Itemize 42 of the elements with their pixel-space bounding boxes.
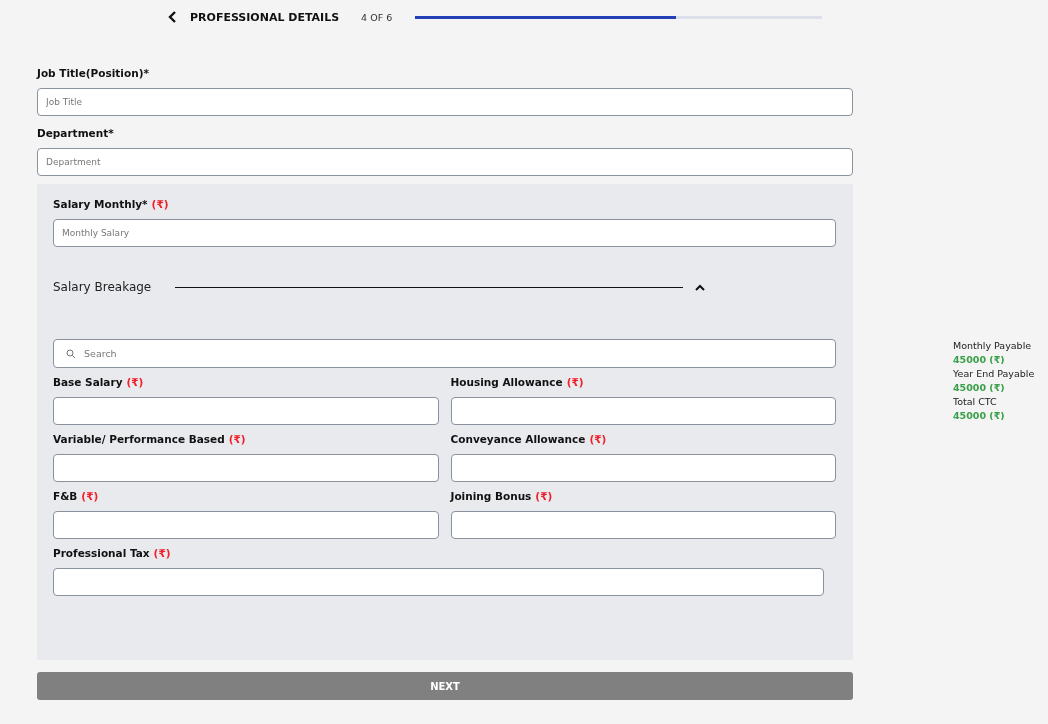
summary-label: Total CTC: [953, 395, 998, 409]
currency-symbol: (₹): [589, 432, 607, 445]
input-field[interactable]: [450, 511, 836, 539]
input-field[interactable]: [53, 397, 439, 425]
next-button[interactable]: NEXT: [37, 672, 853, 700]
currency-symbol: (₹): [151, 197, 169, 210]
field-label: Conveyance Allowance: [450, 432, 586, 445]
summary-value: 45000 (₹): [953, 409, 1006, 423]
input-field[interactable]: [53, 511, 439, 539]
input-field[interactable]: [53, 568, 824, 596]
currency-symbol: (₹): [228, 432, 246, 445]
input-field[interactable]: [450, 397, 836, 425]
summary-label: Monthly Payable: [953, 339, 1033, 353]
field-label: Department*: [37, 126, 114, 139]
field-label: Base Salary: [53, 375, 123, 388]
input-field[interactable]: Department: [37, 148, 853, 176]
search-field[interactable]: Search: [53, 339, 836, 368]
summary-value: 45000 (₹): [953, 381, 1006, 395]
input-field[interactable]: [450, 454, 836, 482]
currency-symbol: (₹): [81, 489, 99, 502]
page-title: PROFESSIONAL DETAILS: [190, 10, 340, 24]
field-label: F&B: [53, 489, 78, 502]
field-label: Salary Monthly*: [53, 197, 148, 210]
currency-symbol: (₹): [126, 375, 144, 388]
summary-label: Year End Payable: [953, 367, 1035, 381]
field-label: Job Title(Position)*: [37, 66, 149, 79]
step-counter: 4 OF 6: [361, 11, 394, 23]
field-label: Joining Bonus: [450, 489, 532, 502]
back-icon[interactable]: [168, 11, 178, 23]
caret-icon[interactable]: [695, 283, 705, 291]
field-label: Professional Tax: [53, 546, 150, 559]
currency-symbol: (₹): [535, 489, 553, 502]
summary-value: 45000 (₹): [953, 353, 1006, 367]
input-field[interactable]: Monthly Salary: [53, 219, 836, 247]
currency-symbol: (₹): [153, 546, 171, 559]
field-label: Variable/ Performance Based: [53, 432, 225, 445]
section-title: Salary Breakage: [53, 280, 153, 294]
field-label: Housing Allowance: [450, 375, 563, 388]
input-field[interactable]: [53, 454, 439, 482]
search-icon: [66, 349, 76, 359]
currency-symbol: (₹): [566, 375, 584, 388]
input-field[interactable]: Job Title: [37, 88, 853, 116]
